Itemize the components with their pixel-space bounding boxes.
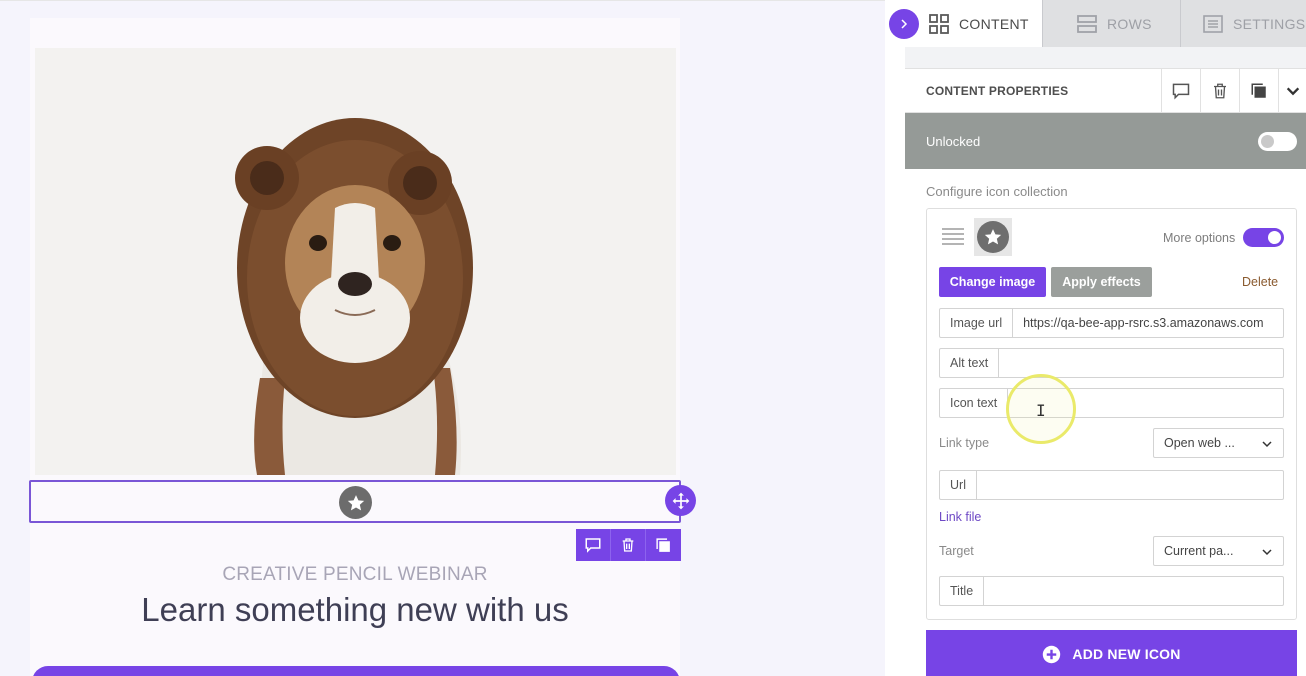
image-url-input[interactable]: https://qa-bee-app-rsrc.s3.amazonaws.com: [1013, 309, 1283, 337]
comment-icon[interactable]: [1161, 69, 1200, 113]
alt-text-input[interactable]: [999, 349, 1283, 377]
lock-label: Unlocked: [926, 134, 981, 149]
title-label: Title: [940, 577, 985, 605]
text-cursor-icon: I: [1036, 401, 1046, 420]
sidebar-tabs: CONTENT ROWS SETTINGS: [905, 0, 1306, 47]
star-icon: [977, 221, 1009, 253]
headline-text[interactable]: Learn something new with us: [30, 591, 680, 629]
icon-text-field[interactable]: Icon text: [939, 388, 1284, 418]
comment-icon[interactable]: [576, 529, 611, 561]
rows-icon: [1077, 14, 1097, 33]
icon-text-label: Icon text: [940, 389, 1009, 417]
duplicate-icon[interactable]: [646, 529, 681, 561]
chevron-down-icon: [1262, 549, 1272, 556]
drag-handle-icon[interactable]: [942, 228, 964, 245]
target-label: Target: [939, 544, 974, 558]
delete-icon-link[interactable]: Delete: [1242, 275, 1278, 289]
url-input[interactable]: [977, 471, 1283, 499]
dog-photo[interactable]: [35, 48, 676, 475]
target-value: Current pa...: [1164, 544, 1234, 558]
alt-text-label: Alt text: [940, 349, 1000, 377]
tab-rows[interactable]: ROWS: [1043, 0, 1181, 47]
link-file-link[interactable]: Link file: [939, 510, 981, 524]
block-toolbar: [576, 529, 681, 561]
trash-icon[interactable]: [611, 529, 646, 561]
tab-settings-label: SETTINGS: [1233, 15, 1306, 32]
lock-bar: Unlocked: [905, 113, 1306, 169]
tab-content-label: CONTENT: [959, 15, 1029, 32]
alt-text-field[interactable]: Alt text: [939, 348, 1284, 378]
webinar-eyebrow[interactable]: CREATIVE PENCIL WEBINAR: [30, 564, 680, 586]
icon-thumbnail: [974, 218, 1012, 256]
more-options-label: More options: [1163, 231, 1236, 245]
tab-settings[interactable]: SETTINGS: [1181, 0, 1306, 47]
trash-icon[interactable]: [1200, 69, 1239, 113]
cta-button-partial[interactable]: [32, 666, 680, 676]
lock-toggle[interactable]: [1258, 132, 1297, 151]
title-input[interactable]: [984, 577, 1283, 605]
link-type-select[interactable]: Open web ...: [1153, 428, 1284, 458]
content-properties-header: CONTENT PROPERTIES: [905, 68, 1306, 113]
title-field[interactable]: Title: [939, 576, 1284, 606]
settings-icon: [1203, 14, 1223, 33]
icon-collection-row[interactable]: [29, 480, 681, 523]
add-new-icon-button[interactable]: ADD NEW ICON: [926, 630, 1297, 676]
tab-content[interactable]: CONTENT: [905, 0, 1043, 47]
collapse-sidebar-button[interactable]: [889, 9, 919, 39]
change-image-button[interactable]: Change image: [939, 267, 1046, 297]
star-icon[interactable]: [339, 486, 372, 519]
more-options-toggle[interactable]: [1243, 228, 1284, 247]
target-select[interactable]: Current pa...: [1153, 536, 1284, 566]
chevron-down-icon: [1262, 441, 1272, 448]
image-url-field[interactable]: Image url https://qa-bee-app-rsrc.s3.ama…: [939, 308, 1284, 338]
dog-image: [235, 118, 473, 475]
link-type-label: Link type: [939, 436, 990, 450]
image-url-label: Image url: [940, 309, 1014, 337]
duplicate-icon[interactable]: [1239, 69, 1278, 113]
move-icon[interactable]: [665, 485, 696, 516]
content-properties-title: CONTENT PROPERTIES: [926, 84, 1069, 98]
grid-icon: [929, 13, 949, 34]
apply-effects-button[interactable]: Apply effects: [1051, 267, 1152, 297]
add-new-icon-label: ADD NEW ICON: [1072, 646, 1181, 662]
link-type-value: Open web ...: [1164, 436, 1235, 450]
plus-circle-icon: [1043, 645, 1061, 663]
url-field[interactable]: Url: [939, 470, 1284, 500]
configure-icon-collection-label: Configure icon collection: [926, 184, 1068, 199]
chevron-down-icon[interactable]: [1278, 69, 1306, 113]
url-label: Url: [940, 471, 977, 499]
tab-rows-label: ROWS: [1107, 15, 1152, 32]
